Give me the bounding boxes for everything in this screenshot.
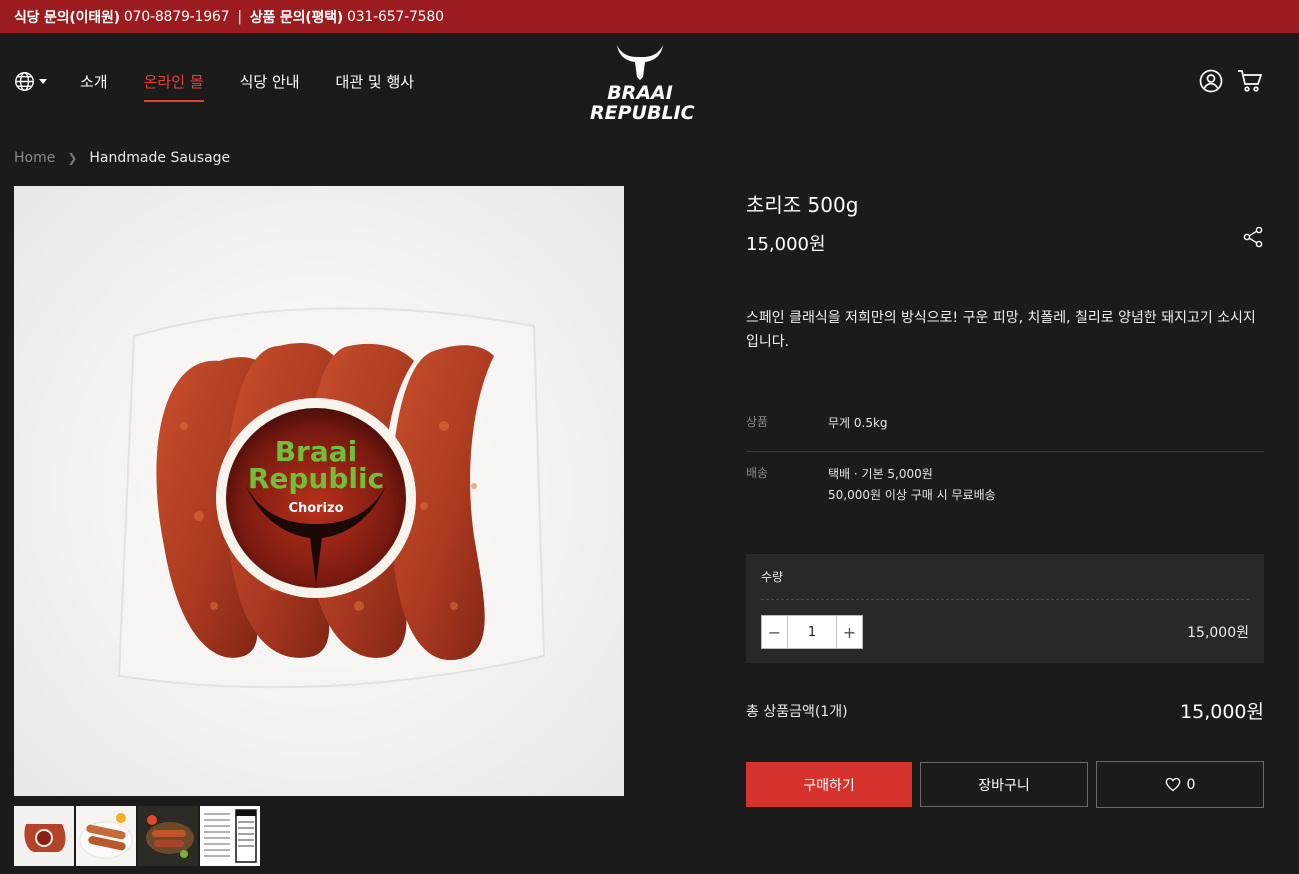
like-count: 0 [1186, 776, 1196, 793]
cart-icon[interactable] [1237, 69, 1263, 97]
quantity-label: 수량 [761, 568, 1249, 600]
spec-product-value: 무게 0.5kg [828, 416, 888, 430]
total-row: 총 상품금액(1개) 15,000원 [746, 697, 1264, 724]
top-info-bar: 식당 문의(이태원) 070-8879-1967 | 상품 문의(평택) 031… [0, 0, 1299, 33]
quantity-input[interactable]: 1 [787, 616, 837, 648]
nav-item-restaurant-info[interactable]: 식당 안내 [240, 71, 300, 102]
thumbnail-1[interactable] [14, 806, 74, 866]
quantity-stepper: − 1 + [761, 615, 863, 649]
nav-item-about[interactable]: 소개 [80, 71, 108, 102]
thumbnail-3[interactable] [138, 806, 198, 866]
header-icons [1185, 69, 1263, 97]
product-info-panel: 초리조 500g 15,000원 스페인 클래식을 저희만의 방식으로! 구운 … [746, 186, 1264, 808]
spec-row-shipping: 배송 택배 · 기본 5,000원 50,000원 이상 구매 시 무료배송 [746, 452, 1264, 516]
thumbnail-4[interactable] [200, 806, 260, 866]
product-inquiry-label: 상품 문의(평택) [249, 9, 344, 26]
logo-line1: BRAAI [607, 82, 673, 104]
heart-icon [1165, 777, 1180, 792]
spec-shipping-value: 택배 · 기본 5,000원 50,000원 이상 구매 시 무료배송 [828, 464, 996, 506]
spec-row-product: 상품 무게 0.5kg [746, 401, 1264, 452]
product-spec: 상품 무게 0.5kg 배송 택배 · 기본 5,000원 50,000원 이상… [746, 401, 1264, 516]
bull-horns-icon [617, 45, 663, 80]
shipping-line1: 택배 · 기본 5,000원 [828, 467, 933, 481]
product-price: 15,000원 [746, 234, 826, 255]
product-description: 스페인 클래식을 저희만의 방식으로! 구운 피망, 치폴레, 칠리로 양념한 … [746, 310, 1256, 350]
action-buttons: 구매하기 장바구니 0 [746, 761, 1264, 808]
quantity-box: 수량 − 1 + 15,000원 [746, 554, 1264, 663]
breadcrumb-home[interactable]: Home [14, 150, 55, 166]
line-price: 15,000원 [1187, 625, 1249, 641]
spec-shipping-key: 배송 [746, 466, 769, 480]
logo-line2: REPUBLIC [590, 102, 695, 124]
product-phone[interactable]: 031-657-7580 [347, 9, 444, 25]
topbar-separator: | [237, 8, 242, 25]
label-product-name: Chorizo [288, 501, 343, 516]
add-to-cart-button[interactable]: 장바구니 [920, 762, 1088, 807]
account-icon[interactable] [1199, 69, 1223, 97]
product-main-image[interactable]: Braai Republic Chorizo [14, 186, 624, 796]
restaurant-phone[interactable]: 070-8879-1967 [124, 9, 230, 25]
buy-button[interactable]: 구매하기 [746, 762, 912, 807]
nav-item-online-mall[interactable]: 온라인 몰 [143, 71, 204, 102]
total-value: 15,000원 [1180, 701, 1264, 723]
minus-icon[interactable]: − [762, 616, 787, 648]
site-header: 소개 온라인 몰 식당 안내 대관 및 행사 BRAAI REPUBLIC [0, 33, 1299, 133]
main-nav: 소개 온라인 몰 식당 안내 대관 및 행사 [80, 71, 450, 102]
breadcrumb: Home ❯ Handmade Sausage [14, 150, 230, 166]
site-logo[interactable]: BRAAI REPUBLIC [590, 41, 695, 127]
chevron-right-icon: ❯ [67, 151, 78, 165]
spec-product-key: 상품 [746, 415, 769, 429]
thumbnail-2[interactable] [76, 806, 136, 866]
product-title: 초리조 500g [746, 193, 859, 217]
shipping-line2: 50,000원 이상 구매 시 무료배송 [828, 488, 996, 502]
language-selector[interactable] [14, 71, 47, 92]
caret-down-icon [39, 79, 47, 84]
plus-icon[interactable]: + [837, 616, 862, 648]
nav-item-rental-events[interactable]: 대관 및 행사 [336, 71, 415, 102]
restaurant-inquiry-label: 식당 문의(이태원) [14, 9, 120, 26]
thumbnail-strip [14, 806, 262, 866]
breadcrumb-current[interactable]: Handmade Sausage [89, 150, 230, 166]
quantity-row: − 1 + 15,000원 [761, 615, 1249, 649]
label-brand2: Republic [248, 462, 384, 495]
globe-icon [15, 72, 34, 91]
share-icon[interactable] [1242, 226, 1264, 252]
total-label: 총 상품금액(1개) [746, 703, 848, 720]
like-button[interactable]: 0 [1096, 761, 1264, 808]
